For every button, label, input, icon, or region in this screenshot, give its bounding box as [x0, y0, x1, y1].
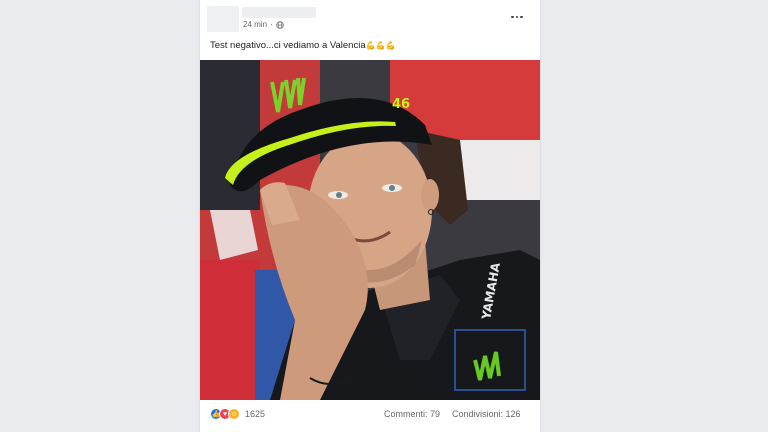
rider-portrait-photo: 46 YAMAHA	[200, 60, 540, 400]
more-options-button[interactable]	[508, 12, 526, 22]
reaction-count: 1625	[245, 409, 266, 419]
comments-count-link[interactable]: Commenti: 79	[384, 409, 440, 419]
post-timestamp[interactable]: 24 min	[243, 20, 267, 29]
care-icon: ☺	[228, 408, 240, 420]
flexed-biceps-emoji: 💪💪💪	[365, 41, 396, 50]
author-name-redacted[interactable]	[242, 7, 316, 18]
more-horizontal-icon	[511, 15, 514, 19]
post-footer: 👍 ♥ ☺ 1625 Commenti: 79 Condivisioni: 12…	[200, 402, 540, 432]
globe-icon	[275, 20, 284, 29]
shares-count-link[interactable]: Condivisioni: 126	[452, 409, 521, 419]
cap-number-text: 46	[392, 97, 410, 112]
post-meta: 24 min ·	[243, 20, 284, 29]
post-message: Test negativo...ci vediamo a Valencia	[210, 40, 366, 51]
reactions-summary[interactable]: 👍 ♥ ☺ 1625	[210, 408, 265, 420]
post-photo[interactable]: 46 YAMAHA	[200, 60, 540, 400]
post-text: Test negativo...ci vediamo a Valencia💪💪💪	[210, 40, 396, 51]
post-header: 24 min ·	[200, 0, 540, 38]
facebook-post: 24 min · Test negativo...ci vediamo a Va…	[200, 0, 540, 432]
author-avatar[interactable]	[207, 6, 239, 32]
